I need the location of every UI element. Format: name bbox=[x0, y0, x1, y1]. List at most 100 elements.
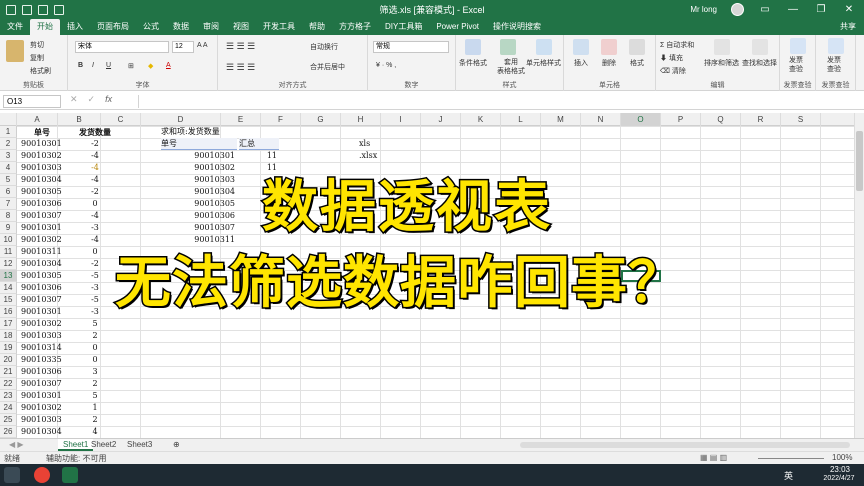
grow-font-icon[interactable]: A A bbox=[197, 42, 208, 49]
pivot-row-key[interactable]: 90010307 bbox=[157, 222, 235, 234]
cell-qty[interactable]: 1 bbox=[75, 402, 115, 414]
cancel-icon[interactable]: ✕ bbox=[70, 94, 78, 105]
row-header[interactable]: 25 bbox=[0, 414, 17, 426]
column-header-R[interactable]: R bbox=[741, 113, 781, 126]
row-header[interactable]: 4 bbox=[0, 162, 17, 174]
restore-icon[interactable]: ❐ bbox=[814, 4, 828, 15]
scroll-thumb[interactable] bbox=[856, 131, 863, 191]
column-header-G[interactable]: G bbox=[301, 113, 341, 126]
row-header[interactable]: 22 bbox=[0, 378, 17, 390]
tab-5[interactable]: 数据 bbox=[166, 19, 196, 35]
table-format-button[interactable]: 套用 表格格式 bbox=[497, 58, 525, 76]
column-header-C[interactable]: C bbox=[101, 113, 141, 126]
select-all-corner[interactable] bbox=[0, 113, 17, 126]
paste-icon[interactable] bbox=[6, 40, 24, 62]
insert-icon[interactable] bbox=[573, 39, 589, 55]
cell-qty[interactable]: -3 bbox=[75, 306, 115, 318]
sheet-nav-icon[interactable]: ◀ ▶ bbox=[4, 439, 29, 451]
conditional-format-icon[interactable] bbox=[465, 39, 481, 55]
accessibility-status[interactable]: 辅助功能: 不可用 bbox=[46, 453, 106, 464]
format-button[interactable]: 格式 bbox=[630, 58, 644, 68]
font-size-select[interactable]: 12 bbox=[172, 41, 194, 53]
wrap-text-button[interactable]: 自动换行 bbox=[310, 42, 338, 52]
number-format-select[interactable]: 常规 bbox=[373, 41, 449, 53]
cell-qty[interactable]: 2 bbox=[75, 330, 115, 342]
column-header-M[interactable]: M bbox=[541, 113, 581, 126]
cell-h2[interactable]: xls bbox=[359, 138, 399, 150]
row-header[interactable]: 8 bbox=[0, 210, 17, 222]
tab-12[interactable]: Power Pivot bbox=[429, 19, 486, 35]
italic-icon[interactable]: I bbox=[92, 62, 94, 69]
column-header-D[interactable]: D bbox=[141, 113, 221, 126]
column-header-N[interactable]: N bbox=[581, 113, 621, 126]
cell-order-no[interactable]: 90010314 bbox=[21, 342, 63, 354]
fx-icon[interactable]: fx bbox=[105, 94, 112, 105]
row-header[interactable]: 26 bbox=[0, 426, 17, 438]
column-header-Q[interactable]: Q bbox=[701, 113, 741, 126]
cell-h3[interactable]: .xlsx bbox=[359, 150, 399, 162]
cell-qty[interactable]: -2 bbox=[75, 138, 115, 150]
cell-order-no[interactable]: 90010305 bbox=[21, 270, 63, 282]
tab-7[interactable]: 视图 bbox=[226, 19, 256, 35]
cell-qty[interactable]: -5 bbox=[75, 294, 115, 306]
enter-icon[interactable]: ✓ bbox=[88, 94, 96, 105]
pivot-row-key[interactable]: 90010302 bbox=[157, 162, 235, 174]
row-header[interactable]: 21 bbox=[0, 366, 17, 378]
row-header[interactable]: 19 bbox=[0, 342, 17, 354]
zoom-level[interactable]: 100% bbox=[832, 453, 852, 462]
row-header[interactable]: 7 bbox=[0, 198, 17, 210]
pivot-row-key[interactable]: 90010303 bbox=[157, 174, 235, 186]
row-header[interactable]: 2 bbox=[0, 138, 17, 150]
tab-1[interactable]: 开始 bbox=[30, 19, 60, 35]
cell-qty[interactable]: -3 bbox=[75, 282, 115, 294]
pivot-row-label[interactable]: 单号 bbox=[161, 138, 237, 150]
clock-time[interactable]: 23:03 bbox=[820, 465, 860, 474]
copy-button[interactable]: 复制 bbox=[30, 53, 44, 63]
font-name-select[interactable]: 宋体 bbox=[75, 41, 169, 53]
cell-qty[interactable]: -2 bbox=[75, 258, 115, 270]
invoice-check-button[interactable]: 发票 查验 bbox=[827, 56, 841, 74]
cell-qty[interactable]: -4 bbox=[75, 162, 115, 174]
avatar[interactable] bbox=[731, 3, 744, 16]
table-format-icon[interactable] bbox=[500, 39, 516, 55]
column-header-J[interactable]: J bbox=[421, 113, 461, 126]
fill-button[interactable]: ⬇ 填充 bbox=[660, 53, 683, 63]
cell-qty[interactable]: 4 bbox=[75, 426, 115, 438]
row-header[interactable]: 3 bbox=[0, 150, 17, 162]
format-painter-button[interactable]: 格式刷 bbox=[30, 66, 51, 76]
user-name[interactable]: Mr long bbox=[690, 5, 717, 14]
border-icon[interactable]: ⊞ bbox=[128, 62, 134, 70]
cell-order-no[interactable]: 90010301 bbox=[21, 138, 63, 150]
cell-order-no[interactable]: 90010302 bbox=[21, 318, 63, 330]
cell-order-no[interactable]: 90010307 bbox=[21, 210, 63, 222]
minimize-icon[interactable]: — bbox=[786, 4, 800, 15]
header-cell-qty[interactable]: 发货数量 bbox=[75, 126, 115, 138]
cell-qty[interactable]: -3 bbox=[75, 222, 115, 234]
cell-qty[interactable]: 0 bbox=[75, 354, 115, 366]
cell-order-no[interactable]: 90010307 bbox=[21, 294, 63, 306]
cell-qty[interactable]: 0 bbox=[75, 246, 115, 258]
close-icon[interactable]: ✕ bbox=[842, 4, 856, 15]
row-header[interactable]: 13 bbox=[0, 270, 17, 282]
column-header-L[interactable]: L bbox=[501, 113, 541, 126]
find-select-icon[interactable] bbox=[752, 39, 768, 55]
tab-4[interactable]: 公式 bbox=[136, 19, 166, 35]
cell-qty[interactable]: -4 bbox=[75, 150, 115, 162]
pivot-title[interactable]: 求和项:发货数量 bbox=[161, 126, 251, 138]
pivot-row-value[interactable]: 11 bbox=[237, 150, 277, 162]
column-header-F[interactable]: F bbox=[261, 113, 301, 126]
tab-2[interactable]: 插入 bbox=[60, 19, 90, 35]
row-header[interactable]: 12 bbox=[0, 258, 17, 270]
column-header-E[interactable]: E bbox=[221, 113, 261, 126]
cell-order-no[interactable]: 90010304 bbox=[21, 426, 63, 438]
cell-style-button[interactable]: 单元格样式 bbox=[526, 58, 561, 68]
cell-qty[interactable]: 5 bbox=[75, 318, 115, 330]
sort-filter-icon[interactable] bbox=[714, 39, 730, 55]
find-select-button[interactable]: 查找和选择 bbox=[742, 58, 777, 68]
cell-order-no[interactable]: 90010303 bbox=[21, 162, 63, 174]
add-sheet-icon[interactable]: ⊕ bbox=[168, 439, 185, 451]
share-button[interactable]: 共享 bbox=[840, 19, 856, 35]
sheet-tab-3[interactable]: Sheet3 bbox=[122, 439, 157, 451]
insert-button[interactable]: 插入 bbox=[574, 58, 588, 68]
row-header[interactable]: 17 bbox=[0, 318, 17, 330]
